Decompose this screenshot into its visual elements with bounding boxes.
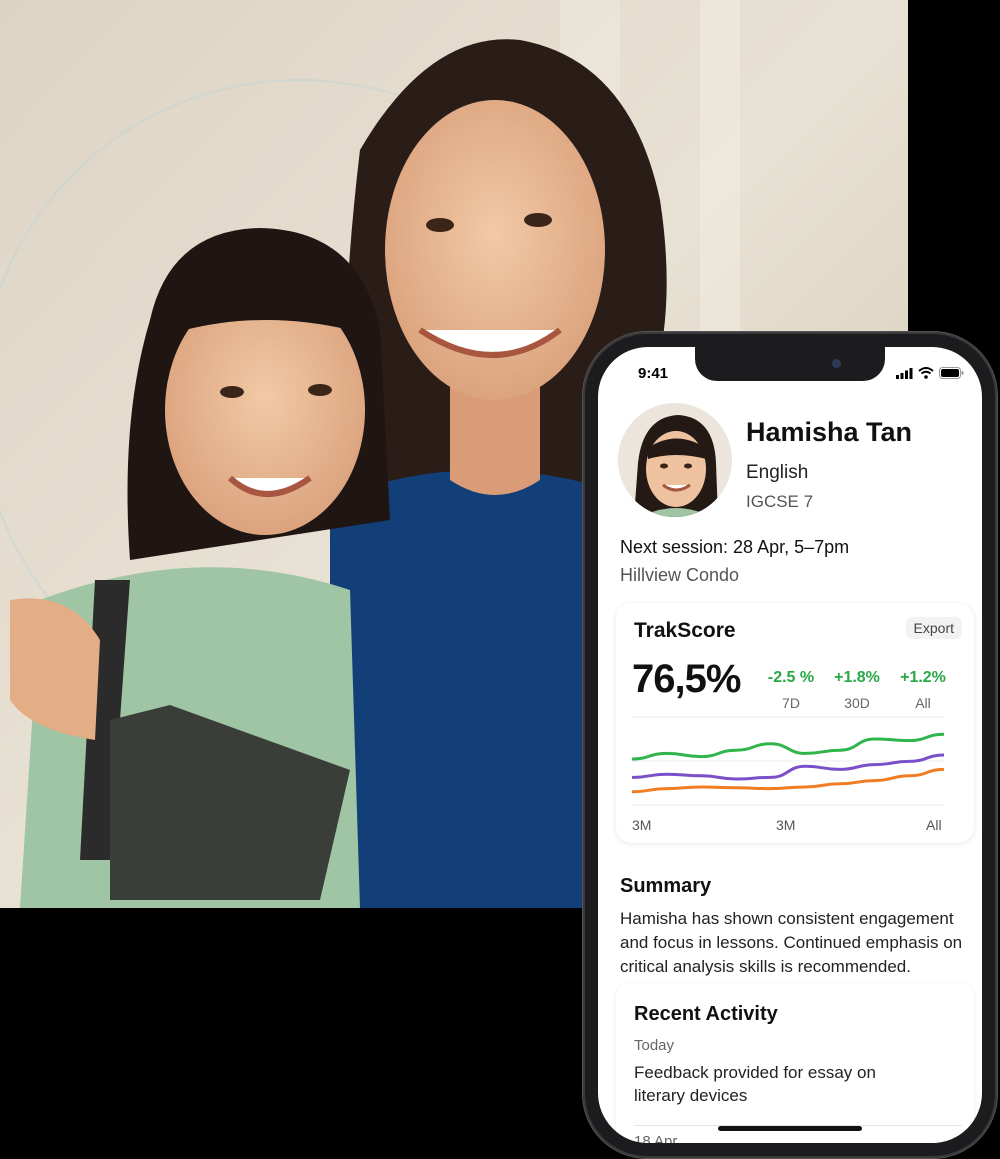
recent-activity-title: Recent Activity bbox=[634, 1003, 778, 1025]
activity-item-text[interactable]: Feedback provided for essay on literary … bbox=[634, 1061, 894, 1107]
student-subject: English bbox=[746, 462, 809, 483]
trakscore-chart bbox=[632, 716, 944, 806]
phone-screen: 9:41 Hamisha Tan English IGCSE 7 Next se… bbox=[598, 347, 982, 1143]
camera-icon bbox=[832, 359, 841, 368]
phone-frame: 9:41 Hamisha Tan English IGCSE 7 Next se… bbox=[583, 332, 997, 1158]
delta-30d-value: +1.8% bbox=[834, 669, 880, 686]
student-grade: IGCSE 7 bbox=[746, 492, 814, 511]
delta-30d-label: 30D bbox=[844, 695, 870, 711]
summary-title: Summary bbox=[620, 875, 712, 897]
trakscore-value: 76,5% bbox=[632, 657, 741, 701]
x-label-mid: 3M bbox=[776, 817, 796, 833]
delta-7d-label: 7D bbox=[782, 695, 800, 711]
wifi-icon bbox=[918, 367, 934, 379]
home-indicator[interactable] bbox=[718, 1126, 862, 1131]
student-name: Hamisha Tan bbox=[746, 417, 913, 447]
student-profile: Hamisha Tan English IGCSE 7 bbox=[618, 403, 966, 523]
phone-notch bbox=[695, 347, 885, 381]
export-button[interactable]: Export bbox=[905, 617, 962, 639]
avatar[interactable] bbox=[618, 403, 732, 517]
recent-activity-card: Recent Activity Today Feedback provided … bbox=[616, 983, 974, 1143]
x-label-end: All bbox=[926, 817, 942, 833]
delta-7d-value: -2.5 % bbox=[767, 669, 815, 686]
status-icons bbox=[896, 367, 964, 379]
activity-date: 18 Apr bbox=[634, 1133, 678, 1143]
trakscore-title: TrakScore bbox=[634, 619, 736, 642]
battery-icon bbox=[939, 367, 964, 379]
session-location: Hillview Condo bbox=[620, 565, 740, 585]
signal-icon bbox=[896, 367, 913, 379]
avatar-portrait bbox=[618, 403, 732, 517]
status-time: 9:41 bbox=[638, 365, 669, 382]
chart-series-line-0 bbox=[632, 732, 944, 761]
chart-series-line-1 bbox=[632, 753, 944, 781]
next-session: Next session: 28 Apr, 5–7pm bbox=[620, 537, 850, 557]
summary-text: Hamisha has shown consistent engagement … bbox=[620, 909, 963, 976]
trakscore-card: TrakScore Export 76,5% -2.5 % 7D +1.8% 3… bbox=[616, 603, 974, 843]
activity-date: Today bbox=[634, 1037, 675, 1054]
x-label-start: 3M bbox=[632, 817, 652, 833]
delta-all-value: +1.2% bbox=[900, 669, 946, 686]
delta-all-label: All bbox=[915, 695, 931, 711]
